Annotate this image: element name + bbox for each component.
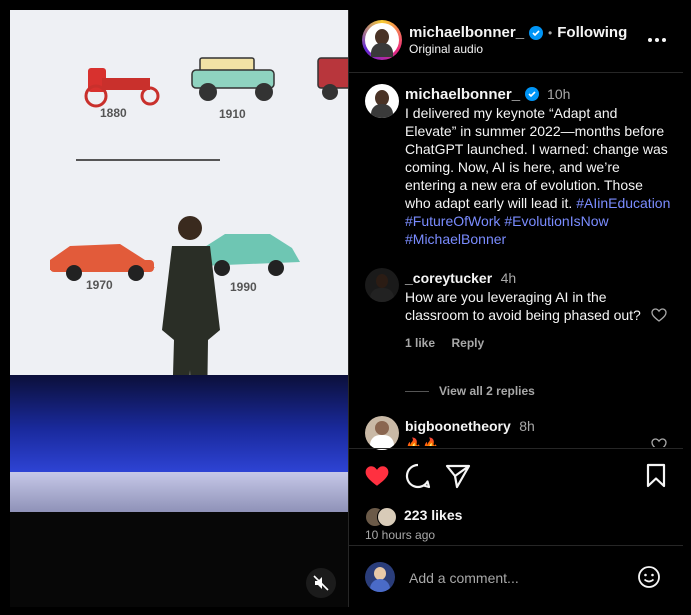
save-bookmark-icon[interactable]: [645, 463, 667, 494]
comment-text: 🔥🔥: [405, 437, 440, 446]
car-partial-icon: [317, 57, 348, 100]
emoji-picker-icon[interactable]: [637, 565, 661, 594]
author-username[interactable]: michaelbonner_: [409, 24, 524, 41]
slide-year-1990: 1990: [230, 280, 257, 294]
commenter-username[interactable]: bigboonetheory: [405, 418, 511, 434]
comment-time: 8h: [519, 418, 535, 434]
post-details-panel: michaelbonner_ • Following Original audi…: [348, 10, 683, 607]
slide-year-1910: 1910: [219, 107, 246, 121]
likes-count[interactable]: 223 likes: [404, 507, 462, 523]
car-1910-icon: [191, 57, 275, 101]
current-user-avatar: [365, 562, 395, 592]
hashtag-link[interactable]: #AIinEducation: [576, 195, 670, 211]
video-player[interactable]: 1880 1910 1970 1990: [10, 10, 348, 607]
verified-badge-icon: [525, 87, 540, 101]
caption-username[interactable]: michaelbonner_: [405, 86, 520, 103]
comment-icon[interactable]: [405, 463, 431, 494]
commenter-avatar[interactable]: [365, 268, 399, 302]
stage-backdrop: [10, 375, 348, 475]
comment-like-heart-icon[interactable]: [651, 438, 667, 447]
slide-year-1970: 1970: [86, 278, 113, 292]
speaker-figure: [162, 216, 220, 375]
original-audio-link[interactable]: Original audio: [409, 42, 483, 56]
hashtag-link[interactable]: #FutureOfWork: [405, 213, 500, 229]
stage-floor: [10, 472, 348, 512]
commenter-avatar[interactable]: [365, 416, 399, 450]
liked-by-avatars[interactable]: [365, 505, 401, 527]
post-modal: 1880 1910 1970 1990 michaelbonner_ • Fol…: [0, 0, 691, 615]
post-header: michaelbonner_ • Following Original audi…: [349, 10, 683, 73]
share-icon[interactable]: [445, 463, 471, 494]
slide-cars-graphic: [50, 57, 348, 375]
post-timestamp: 10 hours ago: [365, 528, 436, 542]
verified-badge-icon: [529, 25, 544, 40]
following-button[interactable]: Following: [557, 24, 627, 41]
car-1970-icon: [50, 244, 155, 281]
view-replies-link[interactable]: View all 2 replies: [405, 384, 535, 398]
speaker-muted-icon[interactable]: [306, 568, 336, 598]
header-separator: •: [548, 25, 553, 40]
comment-likes[interactable]: 1 like: [405, 336, 435, 350]
comment-text: How are you leveraging AI in the classro…: [405, 289, 641, 323]
stage-base: [10, 512, 348, 607]
hashtag-link[interactable]: #MichaelBonner: [405, 231, 506, 247]
car-1880-icon: [84, 68, 160, 108]
comment-time: 4h: [500, 270, 517, 286]
caption-text: I delivered my keynote “Adapt and Elevat…: [405, 104, 671, 248]
presentation-slide: 1880 1910 1970 1990: [10, 10, 348, 375]
caption-time: 10h: [547, 86, 571, 102]
slide-year-1880: 1880: [100, 106, 127, 120]
add-comment-bar: [349, 545, 683, 608]
author-avatar[interactable]: [362, 20, 402, 60]
like-heart-icon[interactable]: [364, 464, 390, 493]
caption-avatar[interactable]: [365, 84, 399, 118]
view-replies-label: View all 2 replies: [439, 384, 535, 398]
car-1990-icon: [200, 234, 300, 276]
add-comment-input[interactable]: [407, 566, 631, 590]
comment-like-heart-icon[interactable]: [651, 308, 667, 327]
hashtag-link[interactable]: #EvolutionIsNow: [504, 213, 608, 229]
reply-button[interactable]: Reply: [451, 336, 484, 350]
commenter-username[interactable]: _coreytucker: [405, 270, 492, 286]
more-options-icon[interactable]: [645, 30, 669, 50]
